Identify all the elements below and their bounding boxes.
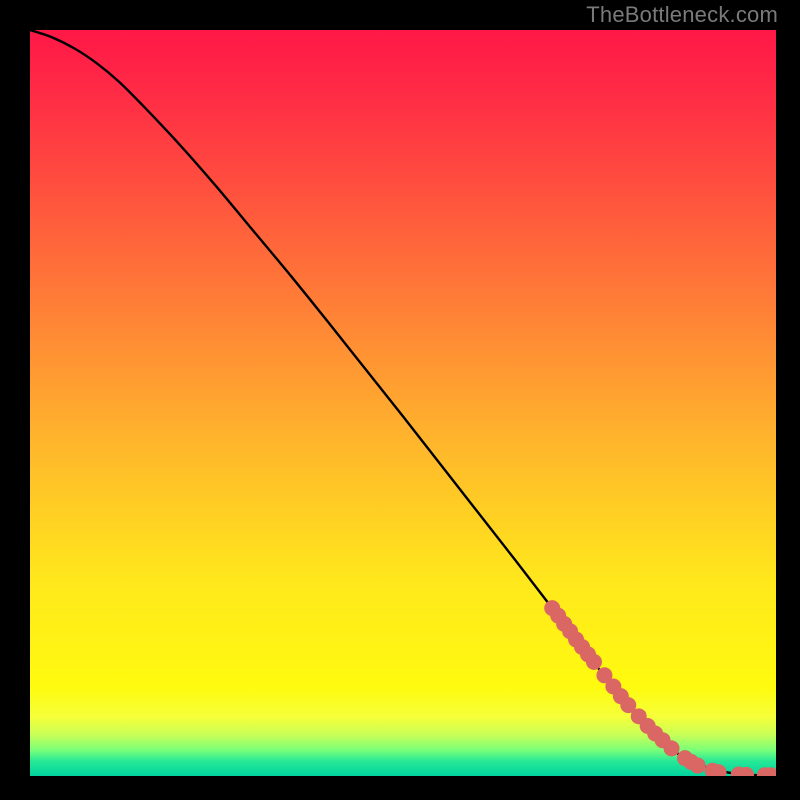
chart-stage: TheBottleneck.com: [0, 0, 800, 800]
chart-curve: [30, 30, 776, 775]
chart-markers: [544, 600, 776, 776]
chart-marker: [664, 740, 680, 756]
watermark-text: TheBottleneck.com: [586, 2, 778, 28]
chart-marker: [690, 758, 706, 774]
chart-overlay: [30, 30, 776, 776]
plot-area: [30, 30, 776, 776]
chart-marker: [586, 654, 602, 670]
